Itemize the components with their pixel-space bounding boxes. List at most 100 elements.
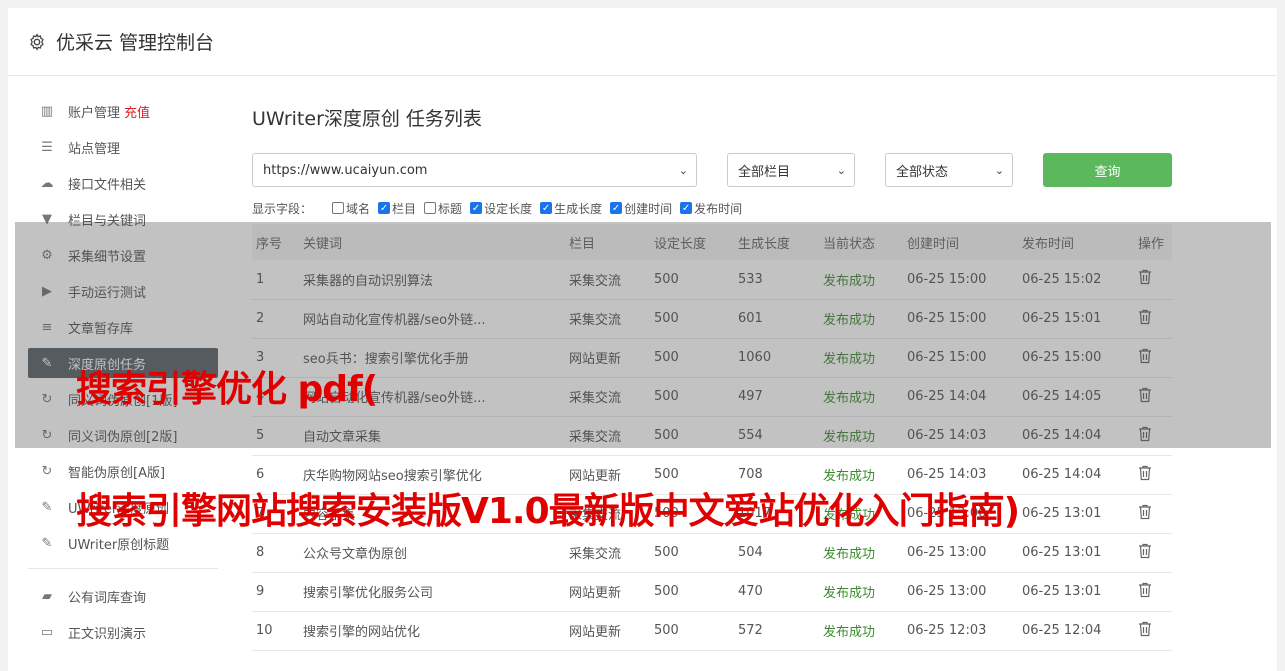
table-cell: 500 (654, 623, 679, 638)
sidebar-item-public-lexicon[interactable]: ▰ 公有词库查询 (28, 581, 218, 611)
table-cell: 06-25 14:04 (1022, 467, 1102, 482)
checked-box-icon[interactable]: ✓ (540, 202, 553, 214)
table-cell: 504 (738, 545, 763, 560)
table-cell: 采集交流 (569, 547, 622, 562)
status-select-value: 全部状态 (896, 164, 949, 180)
unchecked-box-icon[interactable] (332, 202, 345, 214)
field-checkbox-label: 发布时间 (694, 201, 743, 216)
table-cell: 8 (256, 545, 265, 560)
table-cell: 06-25 13:00 (907, 545, 987, 560)
sidebar-item-label: UWriter原创标题 (68, 537, 170, 553)
field-checkbox[interactable]: ✓ 创建时间 (610, 200, 672, 217)
field-checkbox[interactable]: ✓ 生成长度 (540, 200, 602, 217)
sidebar-item-label: 站点管理 (68, 141, 121, 157)
query-button[interactable]: 查询 (1043, 153, 1172, 187)
status-select[interactable]: 全部状态 ⌄ (885, 153, 1013, 187)
table-cell: 470 (738, 584, 763, 599)
sidebar-item-text-recognition[interactable]: ▭ 正文识别演示 (28, 617, 218, 647)
table-cell: 06-25 13:01 (1022, 584, 1102, 599)
trash-icon[interactable] (1138, 465, 1152, 481)
sidebar-item-label: 智能伪原创[A版] (68, 465, 166, 481)
edit-icon: ✎ (41, 535, 53, 551)
console-title: 优采云 管理控制台 (56, 32, 215, 54)
sidebar-item-label: 接口文件相关 (68, 177, 147, 193)
table-cell: 9 (256, 584, 265, 599)
table-cell: 发布成功 (823, 586, 876, 601)
table-cell: 06-25 12:04 (1022, 623, 1102, 638)
table-cell-action (1134, 455, 1172, 494)
field-checkbox[interactable]: ✓ 发布时间 (680, 200, 742, 217)
trash-icon[interactable] (1138, 582, 1152, 598)
gear-icon (30, 32, 44, 51)
sidebar-item-label: 账户管理 (68, 105, 121, 121)
watermark-band (15, 222, 1271, 448)
sidebar-item-label: 正文识别演示 (68, 626, 147, 642)
table-cell: 500 (654, 545, 679, 560)
site-select[interactable]: https://www.ucaiyun.com ⌄ (252, 153, 697, 187)
column-select[interactable]: 全部栏目 ⌄ (727, 153, 855, 187)
sidebar-item-account[interactable]: ▥ 账户管理 充值 (28, 96, 218, 126)
monitor-icon: ▭ (40, 624, 54, 640)
sidebar-item-sites[interactable]: ☰ 站点管理 (28, 132, 218, 162)
table-cell: 06-25 12:03 (907, 623, 987, 638)
table-cell: 06-25 13:01 (1022, 545, 1102, 560)
chevron-down-icon: ⌄ (678, 163, 688, 177)
table-cell: 500 (654, 584, 679, 599)
refresh-icon: ↻ (41, 463, 53, 479)
chevron-down-icon: ⌄ (994, 163, 1004, 177)
sidebar-divider (28, 568, 218, 569)
checked-box-icon[interactable]: ✓ (610, 202, 623, 214)
edit-icon: ✎ (41, 499, 53, 515)
trash-icon[interactable] (1138, 504, 1152, 520)
field-checkbox[interactable]: ✓ 设定长度 (470, 200, 532, 217)
recharge-link[interactable]: 充值 (124, 102, 150, 121)
checked-box-icon[interactable]: ✓ (378, 202, 391, 214)
table-cell: 10 (256, 623, 273, 638)
field-checkbox[interactable]: ✓ 栏目 (378, 200, 416, 217)
field-checkbox-label: 域名 (346, 201, 371, 216)
table-cell-action (1134, 572, 1172, 611)
field-checkbox[interactable]: 标题 (424, 200, 462, 217)
table-cell: 发布成功 (823, 625, 876, 640)
chevron-down-icon: ⌄ (836, 163, 846, 177)
filter-bar: https://www.ucaiyun.com ⌄ 全部栏目 ⌄ 全部状态 ⌄ … (252, 153, 1172, 187)
cloud-upload-icon: ☁ (40, 175, 54, 191)
page-title: UWriter深度原创 任务列表 (252, 108, 482, 130)
table-row: 8 公众号文章伪原创 采集交流 500 504 发布成功 06-25 13:00 06-25 … (252, 533, 1172, 572)
book-icon: ▰ (42, 588, 52, 604)
field-checkbox-label: 创建时间 (624, 201, 673, 216)
trash-icon[interactable] (1138, 543, 1152, 559)
field-checkbox-label: 设定长度 (484, 201, 533, 216)
table-row: 10 搜索引擎的网站优化 网站更新 500 572 发布成功 06-25 12:03 06-2… (252, 611, 1172, 650)
server-icon: ☰ (41, 139, 53, 155)
checked-box-icon[interactable]: ✓ (680, 202, 693, 214)
trash-icon[interactable] (1138, 621, 1152, 637)
watermark-text-2: 搜索引擎网站搜索安装版V1.0最新版中文爱站优化入门指南) (76, 491, 1020, 532)
unchecked-box-icon[interactable] (424, 202, 437, 214)
table-cell-action (1134, 533, 1172, 572)
table-cell-action (1134, 494, 1172, 533)
display-fields: 显示字段： 域名 ✓ 栏目 标题 ✓ 设定长度 ✓ 生成长度 ✓ 创建时间 ✓ 发布时间 (252, 200, 1172, 216)
table-cell: 572 (738, 623, 763, 638)
console-header: 优采云 管理控制台 (8, 8, 1277, 76)
table-cell: 网站更新 (569, 625, 622, 640)
sidebar-item-api-files[interactable]: ☁ 接口文件相关 (28, 168, 218, 198)
field-checkbox-label: 生成长度 (554, 201, 603, 216)
table-cell: 06-25 13:01 (1022, 506, 1102, 521)
table-cell: 搜索引擎优化服务公司 (303, 586, 434, 601)
table-cell-action (1134, 611, 1172, 650)
table-cell: 公众号文章伪原创 (303, 547, 408, 562)
site-select-value: https://www.ucaiyun.com (263, 162, 428, 178)
checked-box-icon[interactable]: ✓ (470, 202, 483, 214)
table-cell: 发布成功 (823, 547, 876, 562)
field-checkbox-label: 标题 (438, 201, 463, 216)
table-cell: 网站更新 (569, 586, 622, 601)
bar-chart-icon: ▥ (40, 103, 54, 119)
column-select-value: 全部栏目 (738, 164, 791, 180)
field-checkbox-label: 栏目 (392, 201, 417, 216)
table-cell: 06-25 13:00 (907, 584, 987, 599)
table-row: 9 搜索引擎优化服务公司 网站更新 500 470 发布成功 06-25 13:00 06-2… (252, 572, 1172, 611)
field-checkbox[interactable]: 域名 (332, 200, 370, 217)
sidebar-item-label: 公有词库查询 (68, 590, 147, 606)
watermark-text-1: 搜索引擎优化 pdf( (76, 369, 378, 410)
